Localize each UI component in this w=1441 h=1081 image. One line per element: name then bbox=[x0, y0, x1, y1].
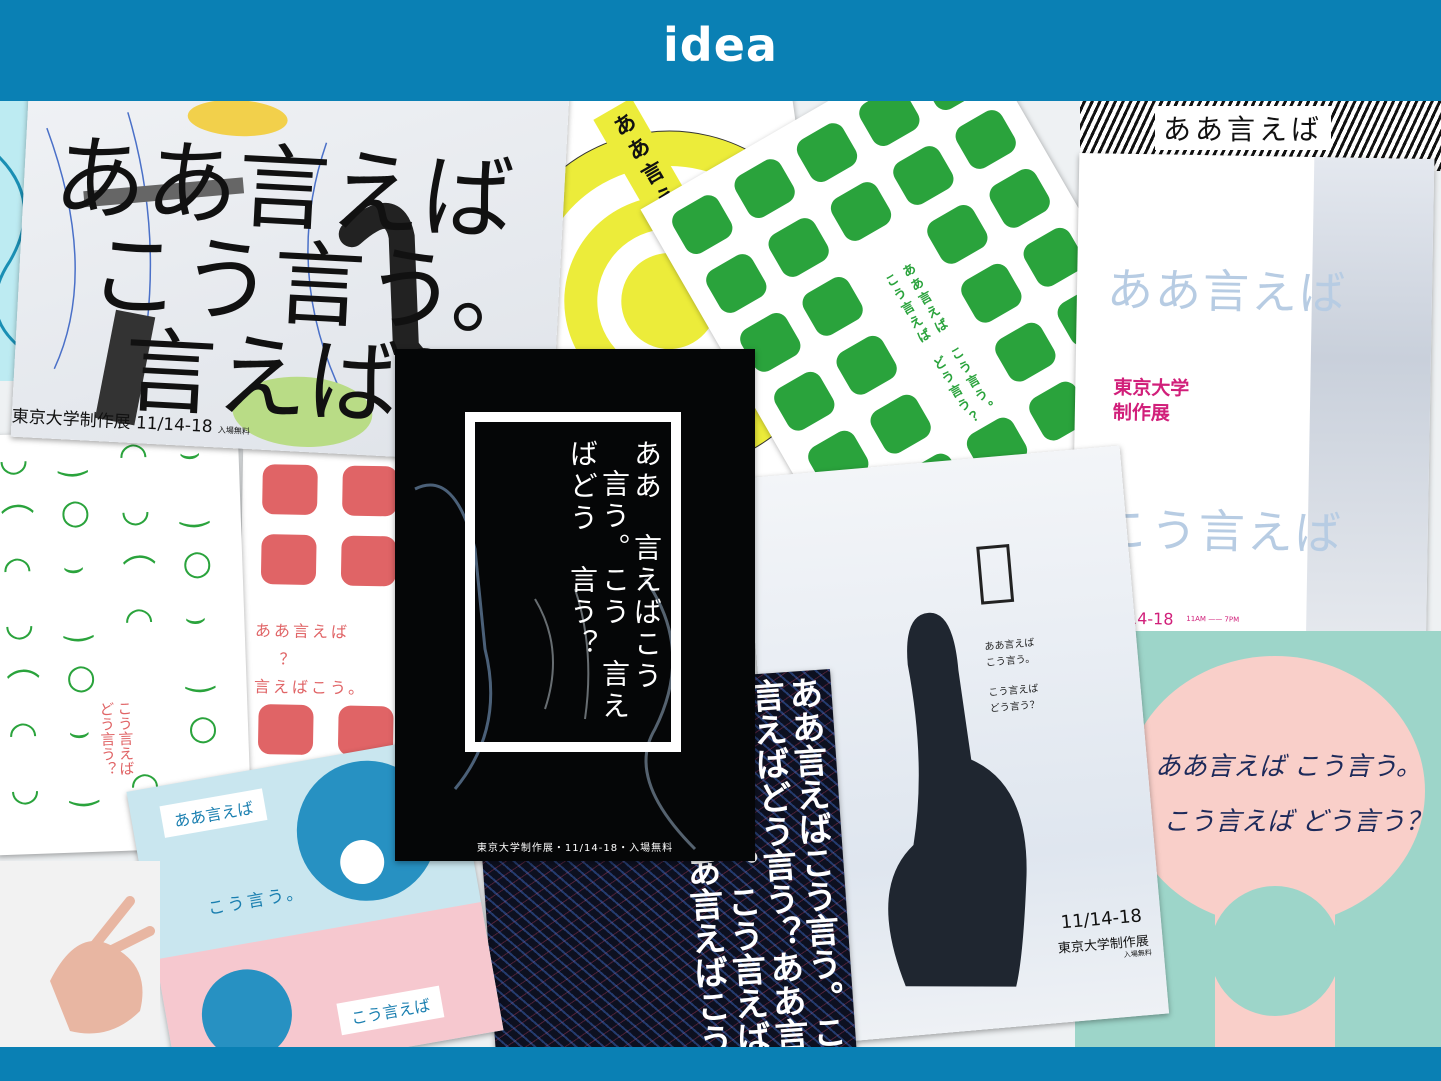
white-big-2: こう言えば bbox=[1102, 502, 1344, 561]
black-poster-footer: 東京大学制作展・11/14-18・入場無料 bbox=[476, 843, 674, 854]
mouth-icon: ○ bbox=[181, 542, 213, 584]
bottom-bar bbox=[0, 1047, 1441, 1081]
green-tile bbox=[701, 249, 771, 318]
mouth-icon: ‿ bbox=[63, 601, 93, 643]
mouth-icon: ‿ bbox=[57, 437, 87, 478]
green-tile bbox=[888, 141, 958, 210]
green-tile bbox=[951, 105, 1021, 174]
faces-text: こう言えば どう言う？ bbox=[97, 700, 136, 777]
fabric-photo bbox=[1305, 157, 1435, 660]
green-tile bbox=[922, 200, 992, 269]
mouth-icon: ⌒ bbox=[0, 501, 36, 543]
black-line: こう bbox=[630, 629, 663, 693]
black-line: ああ bbox=[630, 439, 663, 503]
green-tile bbox=[769, 367, 839, 436]
mouth-icon: ○ bbox=[187, 707, 219, 749]
white-name: 東京大学 制作展 bbox=[1112, 376, 1190, 425]
green-tile bbox=[792, 118, 862, 187]
pink-tile bbox=[260, 534, 317, 586]
pink-line-3: 言えばこう。 bbox=[253, 676, 368, 698]
green-tile bbox=[990, 318, 1060, 386]
mouth-icon: ◡ bbox=[0, 439, 29, 481]
green-tile bbox=[667, 190, 737, 259]
mouth-icon: ◠ bbox=[1, 548, 33, 590]
pink-tile bbox=[340, 535, 397, 587]
black-line: 言えば bbox=[630, 533, 663, 629]
mouth-icon: ◡ bbox=[119, 489, 151, 531]
green-tile bbox=[730, 154, 800, 223]
title-bar: idea bbox=[0, 0, 1441, 101]
green-tile bbox=[798, 272, 868, 341]
black-line: どう bbox=[566, 471, 599, 535]
mouth-icon: ◡ bbox=[3, 603, 35, 645]
mouth-icon: ⌒ bbox=[5, 666, 42, 708]
green-tile bbox=[956, 259, 1026, 328]
pink-tile bbox=[257, 704, 314, 756]
pink-q: ？ bbox=[279, 649, 296, 669]
green-tile bbox=[985, 164, 1055, 233]
mouth-icon: ‿ bbox=[179, 487, 209, 529]
mouth-icon: ⌣ bbox=[183, 597, 208, 639]
green-tile bbox=[764, 213, 834, 282]
mouth-icon: ⌣ bbox=[61, 547, 86, 588]
scribble-title: ああ言えば bbox=[1155, 106, 1332, 150]
black-poster-text: ああ言えばこう言う。こう言えばどう言う？ bbox=[487, 439, 663, 739]
poster-black-center: ああ言えばこう言う。こう言えばどう言う？ 東京大学制作展・11/14-18・入場… bbox=[395, 349, 755, 861]
photo-caption-small: 入場無料 bbox=[217, 425, 251, 437]
poster-hands-photo bbox=[0, 861, 160, 1047]
photo-caption-date: 11/14-18 bbox=[135, 413, 214, 438]
mouth-icon: ○ bbox=[59, 491, 91, 533]
mouth-icon: ‿ bbox=[69, 766, 99, 808]
white-time: 11AM —— 7PM bbox=[1186, 614, 1240, 624]
green-tile bbox=[854, 101, 924, 151]
pink-tile bbox=[262, 464, 318, 516]
white-big-1: ああ言えば bbox=[1106, 262, 1348, 321]
page-title: idea bbox=[663, 17, 778, 72]
green-tile bbox=[866, 390, 936, 458]
black-line: こう bbox=[598, 565, 631, 629]
mouth-icon: ‿ bbox=[185, 652, 215, 694]
mouth-icon: ◠ bbox=[7, 713, 39, 755]
hands-graphic bbox=[50, 896, 155, 1034]
mouth-icon: ⌒ bbox=[121, 552, 158, 594]
mouth-icon: ⌣ bbox=[67, 712, 92, 753]
black-line: 言う。 bbox=[598, 469, 631, 565]
pink-line-1: ああ言えば bbox=[254, 620, 351, 642]
poster-collage: ああ言えばこう言う。 ああ言えば こう言う。 こう言えば どう言う？ ああ言えば… bbox=[0, 101, 1441, 1047]
fan-line-1: ああ言えば こう言う。 bbox=[1155, 752, 1422, 782]
mouth-icon: ◡ bbox=[9, 768, 41, 810]
green-tile bbox=[826, 177, 896, 246]
green-tile bbox=[832, 331, 902, 400]
mouth-icon: ◠ bbox=[123, 599, 155, 641]
pink-tile bbox=[342, 465, 398, 517]
green-tile bbox=[917, 101, 987, 115]
mouth-icon: ○ bbox=[65, 656, 97, 698]
fan-line-2: こう言えば どう言う？ bbox=[1163, 807, 1432, 837]
black-line: 言う？ bbox=[566, 565, 599, 661]
